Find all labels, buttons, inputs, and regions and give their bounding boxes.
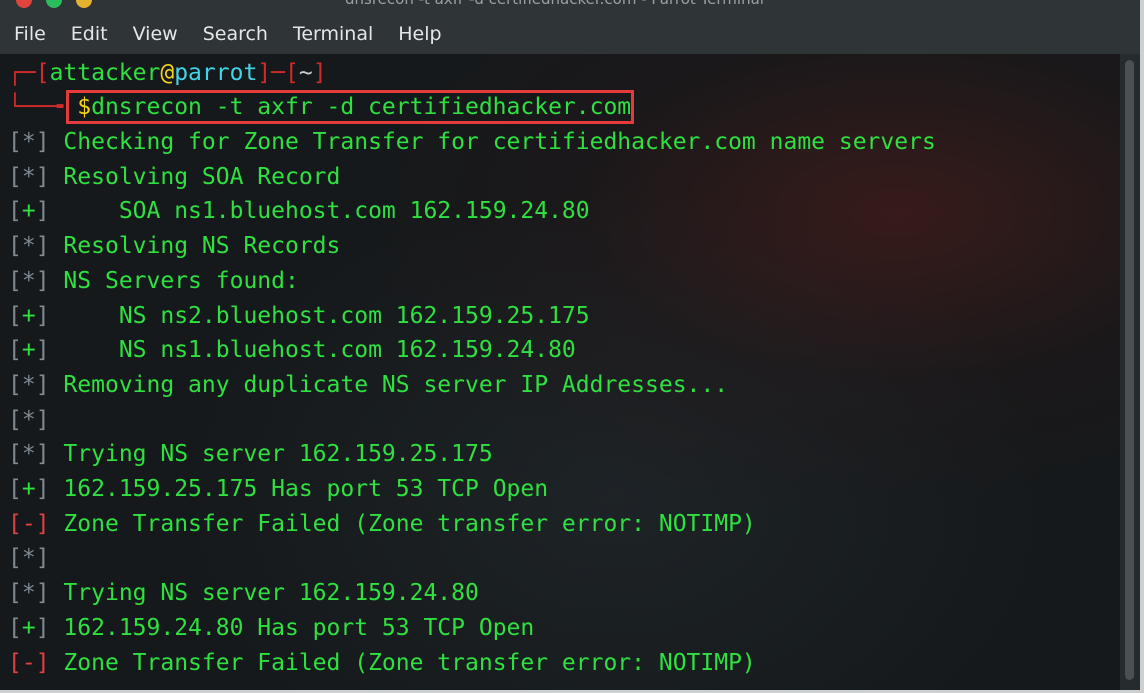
- prompt-host: parrot: [174, 60, 258, 86]
- output-text: Zone Transfer Failed (Zone transfer erro…: [49, 649, 756, 676]
- prompt-separator: ]─[: [257, 60, 299, 86]
- output-line: [*]: [8, 403, 50, 437]
- scrollbar-thumb[interactable]: [1125, 60, 1134, 680]
- title-bar[interactable]: dnsrecon -t axfr -d certifiedhacker.com …: [0, 0, 1140, 14]
- menu-edit[interactable]: Edit: [57, 14, 119, 54]
- command-highlight-box: [66, 90, 634, 124]
- output-text: NS ns2.bluehost.com 162.159.25.175: [49, 302, 590, 329]
- output-line: [+] NS ns2.bluehost.com 162.159.25.175: [8, 299, 590, 333]
- menu-file[interactable]: File: [0, 14, 57, 54]
- output-line: [+] 162.159.25.175 Has port 53 TCP Open: [8, 472, 548, 506]
- output-text: Resolving SOA Record: [49, 163, 341, 190]
- output-line: [*] Trying NS server 162.159.24.80: [8, 576, 479, 610]
- status-mark: [+]: [8, 198, 50, 225]
- output-text: Trying NS server 162.159.25.175: [49, 441, 493, 468]
- status-mark: [*]: [8, 545, 50, 572]
- output-line: [*] NS Servers found:: [8, 264, 299, 298]
- status-mark: [+]: [8, 302, 50, 329]
- status-mark: [-]: [8, 510, 50, 537]
- menu-terminal[interactable]: Terminal: [279, 14, 384, 54]
- menu-help[interactable]: Help: [384, 14, 452, 54]
- output-text: Removing any duplicate NS server IP Addr…: [49, 371, 729, 398]
- output-text: Trying NS server 162.159.24.80: [49, 580, 479, 607]
- output-line: [-] Zone Transfer Failed (Zone transfer …: [8, 507, 756, 541]
- prompt-dir: ~: [298, 60, 313, 86]
- status-mark: [*]: [8, 580, 50, 607]
- prompt-line: ┌─[attacker@parrot]─[~]: [8, 56, 327, 90]
- menu-bar: File Edit View Search Terminal Help: [0, 14, 1140, 54]
- output-text: Checking for Zone Transfer for certified…: [49, 129, 936, 155]
- output-text: SOA ns1.bluehost.com 162.159.24.80: [49, 198, 590, 225]
- status-mark: [*]: [8, 267, 50, 294]
- output-line: [+] NS ns1.bluehost.com 162.159.24.80: [8, 333, 576, 367]
- output-text: NS ns1.bluehost.com 162.159.24.80: [49, 337, 576, 364]
- output-line: [*] Checking for Zone Transfer for certi…: [8, 125, 936, 159]
- prompt-user: attacker: [49, 60, 161, 86]
- prompt-bracket-open: [: [35, 60, 50, 86]
- output-line: [+] SOA ns1.bluehost.com 162.159.24.80: [8, 194, 590, 228]
- menu-view[interactable]: View: [119, 14, 189, 54]
- output-line: [-] Zone Transfer Failed (Zone transfer …: [8, 646, 756, 680]
- status-mark: [*]: [8, 371, 50, 398]
- prompt-at: @: [160, 60, 175, 86]
- menu-search[interactable]: Search: [189, 14, 279, 54]
- terminal-output[interactable]: ┌─[attacker@parrot]─[~] └──╼ $dnsrecon -…: [0, 54, 1120, 690]
- minimize-window-button[interactable]: [76, 0, 92, 8]
- output-line: [+] 162.159.24.80 Has port 53 TCP Open: [8, 611, 534, 645]
- status-mark: [+]: [8, 476, 50, 502]
- output-text: Resolving NS Records: [49, 233, 341, 260]
- prompt-corner-top: ┌─: [8, 60, 36, 86]
- status-mark: [*]: [8, 441, 50, 468]
- output-line: [*] Resolving SOA Record: [8, 160, 340, 194]
- output-text: NS Servers found:: [49, 267, 299, 294]
- window-title: dnsrecon -t axfr -d certifiedhacker.com …: [345, 0, 764, 8]
- output-line: [*]: [8, 541, 50, 575]
- output-line: [*] Trying NS server 162.159.25.175: [8, 437, 493, 471]
- prompt-bracket-close: ]: [312, 60, 327, 86]
- status-mark: [*]: [8, 163, 50, 190]
- terminal-window: dnsrecon -t axfr -d certifiedhacker.com …: [0, 0, 1144, 693]
- scrollbar[interactable]: [1120, 54, 1140, 690]
- status-mark: [*]: [8, 233, 50, 260]
- close-window-button[interactable]: [16, 0, 32, 8]
- status-mark: [-]: [8, 649, 50, 676]
- status-mark: [*]: [8, 406, 50, 433]
- output-text: 162.159.24.80 Has port 53 TCP Open: [49, 614, 535, 641]
- output-text: Zone Transfer Failed (Zone transfer erro…: [49, 510, 756, 537]
- maximize-window-button[interactable]: [46, 0, 62, 8]
- output-line: [*] Resolving NS Records: [8, 229, 340, 263]
- output-line: [*] Removing any duplicate NS server IP …: [8, 368, 728, 402]
- status-mark: [+]: [8, 337, 50, 364]
- status-mark: [*]: [8, 129, 50, 155]
- output-text: 162.159.25.175 Has port 53 TCP Open: [49, 476, 549, 502]
- status-mark: [+]: [8, 614, 50, 641]
